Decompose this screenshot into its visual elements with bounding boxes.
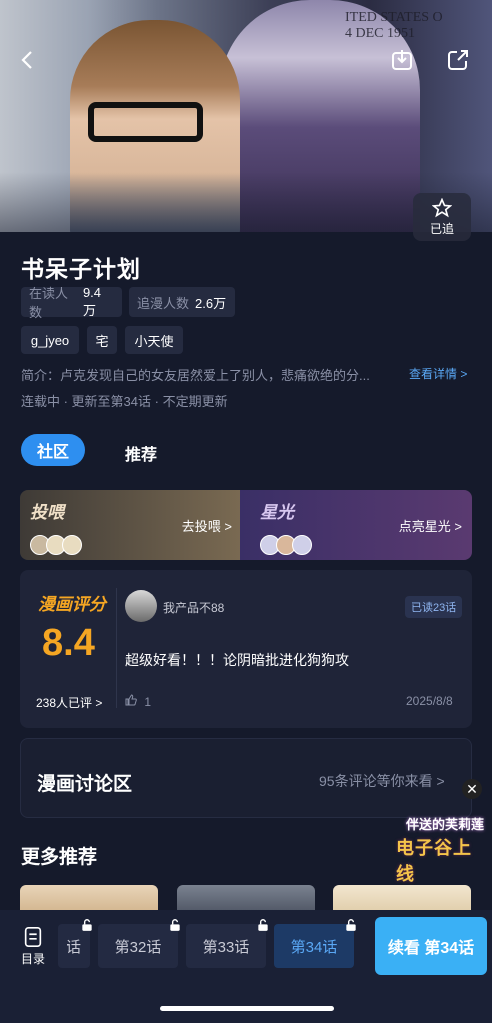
chapter-31-label: 第31话 — [67, 938, 81, 956]
tag-angel[interactable]: 小天使 — [125, 326, 183, 354]
follow-button[interactable]: 已追 — [413, 193, 471, 241]
comic-title: 书呆子计划 — [21, 256, 141, 282]
rating-card[interactable]: 漫画评分 8.4 238人已评 > 我产品不88 已读23话 超级好看！！！论阴… — [20, 570, 472, 728]
promo-ad[interactable]: 伴送的芙莉莲 电子谷上线 — [392, 802, 485, 884]
thumb-up-icon — [125, 694, 137, 706]
star-title: 星光 — [260, 503, 294, 522]
view-detail-link[interactable]: 查看详情 > — [409, 365, 467, 382]
more-recommend-title: 更多推荐 — [21, 847, 98, 868]
star-avatars — [260, 535, 312, 555]
stat-readers: 在读人数 9.4万 — [21, 285, 122, 320]
close-ad-button[interactable]: ✕ — [462, 779, 482, 799]
unlock-icon — [170, 919, 180, 931]
close-icon: ✕ — [466, 780, 478, 797]
back-arrow-icon — [21, 51, 32, 69]
share-icon — [448, 50, 468, 70]
review-date: 2025/8/8 — [406, 694, 453, 708]
stat-followers-value: 2.6万 — [195, 295, 227, 311]
unlock-icon — [346, 919, 356, 931]
rating-logo: 漫画评分 — [38, 595, 106, 614]
chapter-34[interactable]: 第34话 — [274, 919, 356, 968]
download-icon — [392, 50, 412, 70]
download-button[interactable] — [386, 44, 418, 76]
feed-action: 去投喂 > — [181, 519, 232, 534]
continue-reading-button[interactable]: 续看 第34话 — [375, 917, 487, 975]
discussion-title: 漫画讨论区 — [37, 774, 133, 795]
stat-followers-label: 追漫人数 — [137, 295, 190, 311]
home-indicator — [160, 1006, 334, 1011]
chapter-34-label: 第34话 — [290, 938, 338, 956]
star-action: 点亮星光 > — [398, 519, 462, 534]
tag-author[interactable]: g_jyeo — [21, 326, 79, 354]
tab-community[interactable]: 社区 — [21, 434, 85, 466]
chapter-32[interactable]: 第32话 — [98, 919, 180, 968]
promo-line2: 电子谷上线 — [396, 838, 472, 884]
promo-line1: 伴送的芙莉莲 — [406, 817, 485, 832]
comic-intro: 简介：卢克发现自己的女友居然爱上了别人，悲痛欲绝的分... — [21, 368, 370, 383]
toc-button[interactable]: 目录 — [18, 926, 48, 967]
unlock-icon — [82, 919, 92, 931]
toc-label: 目录 — [20, 952, 45, 966]
discussion-subtitle: 95条评论等你来看 > — [319, 773, 445, 789]
follow-label: 已追 — [429, 221, 454, 236]
like-count: 1 — [144, 695, 152, 709]
stat-followers: 追漫人数 2.6万 — [129, 287, 235, 317]
share-button[interactable] — [442, 44, 474, 76]
star-icon — [432, 197, 452, 217]
stat-readers-value: 9.4万 — [82, 285, 102, 318]
cover-glasses — [88, 102, 203, 142]
list-icon — [24, 927, 42, 947]
tag-genre[interactable]: 宅 — [87, 326, 117, 354]
feed-title: 投喂 — [30, 503, 64, 522]
feed-banner[interactable]: 投喂 去投喂 > — [20, 490, 242, 560]
rating-score: 8.4 — [42, 622, 95, 664]
avatar[interactable] — [125, 590, 157, 622]
feed-avatars — [30, 535, 82, 555]
tab-recommend[interactable]: 推荐 — [125, 441, 157, 465]
review-username[interactable]: 我产品不88 — [163, 599, 224, 616]
star-banner[interactable]: 星光 点亮星光 > — [240, 490, 472, 560]
unlock-icon — [258, 919, 268, 931]
chapter-33[interactable]: 第33话 — [186, 919, 268, 968]
update-status: 连载中 · 更新至第34话 · 不定期更新 — [21, 394, 228, 409]
like-button[interactable]: 1 — [125, 694, 151, 709]
chapter-31[interactable]: 第31话 — [58, 919, 92, 968]
chapter-33-label: 第33话 — [202, 938, 250, 956]
cover-stamp-text: ITED STATES O 4 DEC 1951 — [345, 10, 443, 41]
review-text: 超级好看！！！论阴暗批进化狗狗攻 — [125, 652, 349, 668]
stat-readers-label: 在读人数 — [29, 286, 69, 320]
rating-count[interactable]: 238人已评 > — [36, 694, 102, 711]
back-button[interactable] — [12, 44, 44, 76]
chapter-32-label: 第32话 — [114, 938, 162, 956]
read-badge: 已读23话 — [405, 596, 463, 618]
